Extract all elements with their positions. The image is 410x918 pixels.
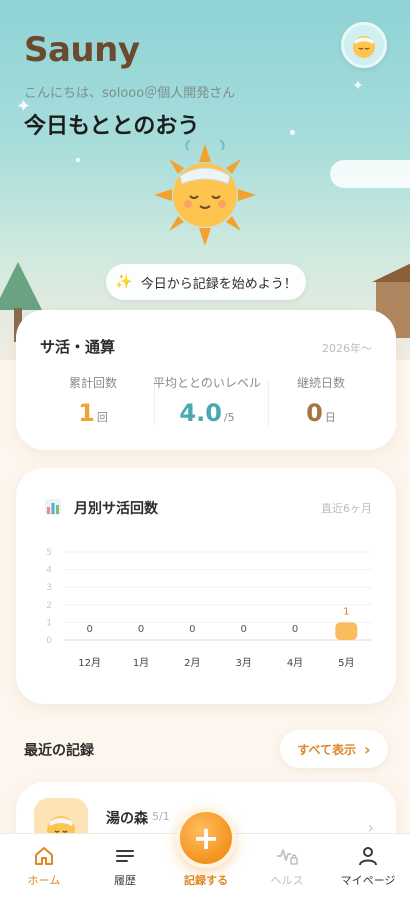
y-tick-label: 4: [46, 566, 52, 576]
stat-unit: /5: [223, 411, 235, 424]
avatar[interactable]: [341, 22, 387, 68]
y-tick-label: 2: [46, 601, 52, 611]
tab-label: ヘルス: [270, 874, 304, 887]
user-icon: [359, 847, 377, 866]
sun-mascot-illustration: [154, 140, 256, 246]
stats-since: 2026年〜: [322, 342, 372, 355]
app-title: Sauny: [24, 30, 140, 70]
stat-total-count: 累計回数 1回: [36, 374, 150, 427]
x-tick-label: 12月: [78, 657, 101, 669]
see-all-button[interactable]: すべて表示 ›: [280, 730, 388, 768]
tab-label: 記録する: [184, 874, 228, 887]
tab-label: マイページ: [340, 874, 396, 887]
data-label: 0: [292, 624, 298, 635]
plus-icon: +: [192, 819, 220, 857]
x-tick-label: 5月: [338, 657, 354, 669]
start-recording-label: 今日から記録を始めよう！: [140, 276, 297, 292]
sparkle-icon: ✦: [352, 78, 364, 94]
record-name: 湯の森: [106, 811, 148, 827]
tab-label: ホーム: [27, 874, 61, 887]
sparkles-icon: ✨: [115, 274, 133, 290]
record-fab-button[interactable]: +: [176, 808, 236, 868]
stat-label: 継続日数: [296, 376, 345, 390]
stat-unit: 回: [96, 411, 108, 424]
stat-streak-days: 継続日数 0日: [264, 374, 378, 427]
y-tick-label: 0: [46, 636, 52, 646]
y-tick-label: 1: [46, 618, 52, 628]
y-tick-label: 3: [46, 583, 52, 593]
stat-unit: 日: [324, 411, 336, 424]
stat-value: 1: [78, 399, 95, 427]
list-icon: [116, 850, 134, 862]
x-tick-label: 4月: [287, 657, 303, 669]
tab-health[interactable]: ヘルス: [246, 844, 328, 888]
star-dot: [290, 130, 295, 135]
x-tick-label: 2月: [184, 657, 200, 669]
data-label: 0: [138, 624, 144, 635]
record-date: 5/1: [152, 810, 170, 823]
stats-title: サ活・通算: [40, 338, 116, 356]
tab-mypage[interactable]: マイページ: [327, 844, 409, 888]
data-label: 0: [240, 624, 246, 635]
tab-history[interactable]: 履歴: [84, 844, 166, 888]
recent-records-title: 最近の記録: [24, 743, 94, 759]
greeting-text: こんにちは、solooo＠個人開発さん: [24, 86, 236, 101]
home-icon: [35, 847, 53, 865]
tab-label: 履歴: [114, 874, 136, 887]
cloud: [330, 160, 410, 188]
monthly-bar-chart: 0 1 2 3 4 5 0 12月 0 1月 0 2月 0 3月 0 4月 1 5月: [46, 548, 372, 669]
stat-label: 累計回数: [68, 376, 117, 390]
stat-value: 4.0: [179, 399, 222, 427]
stat-average-level: 平均ととのいレベル 4.0/5: [150, 374, 264, 427]
stat-value: 0: [306, 399, 323, 427]
tab-home[interactable]: ホーム: [3, 844, 85, 888]
start-recording-button[interactable]: ✨ 今日から記録を始めよう！: [106, 264, 306, 300]
stats-card: サ活・通算 2026年〜 累計回数 1回 平均ととのいレベル 4.0/5 継続日…: [16, 310, 396, 450]
star-dot: [76, 158, 80, 162]
chevron-right-icon: ›: [364, 739, 371, 759]
data-label: 1: [343, 606, 349, 617]
sun-avatar-icon: [353, 36, 375, 58]
data-label: 0: [189, 624, 195, 635]
headline: 今日もととのおう: [24, 114, 200, 139]
y-tick-label: 5: [46, 548, 52, 558]
bar: [335, 622, 358, 640]
stat-label: 平均ととのいレベル: [153, 376, 261, 390]
x-tick-label: 1月: [133, 657, 149, 669]
see-all-label: すべて表示: [297, 742, 357, 757]
health-lock-icon: [277, 849, 298, 865]
data-label: 0: [86, 624, 92, 635]
x-tick-label: 3月: [235, 657, 251, 669]
monthly-chart-card: 月別サ活回数 直近6ヶ月 0 1 2 3 4 5 0 12月 0 1月 0 2月 0 3月 0 4月 1 5月: [16, 468, 396, 704]
